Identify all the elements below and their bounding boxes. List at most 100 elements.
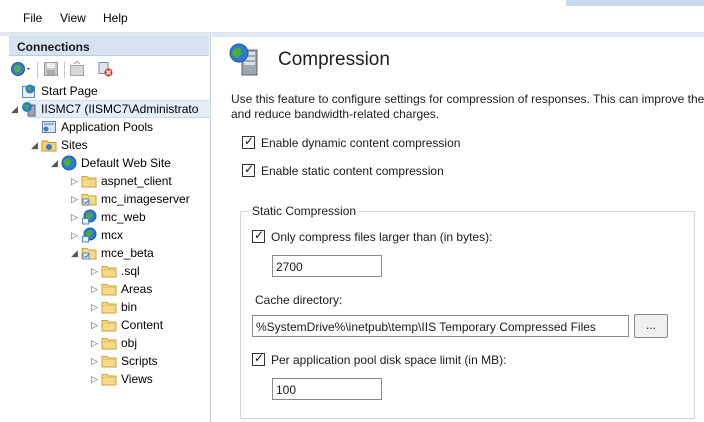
expand-arrow-icon[interactable]: ▷ bbox=[91, 356, 99, 366]
folder-icon bbox=[101, 371, 117, 387]
tree-node[interactable]: ◢ Default Web Site bbox=[9, 154, 211, 172]
tree-node[interactable]: ▷ Scripts bbox=[9, 352, 211, 370]
tree-node[interactable]: ▷ aspnet_client bbox=[9, 172, 211, 190]
start-page-icon bbox=[21, 83, 37, 99]
menubar-accent bbox=[566, 0, 704, 6]
collapse-arrow-icon[interactable]: ◢ bbox=[11, 104, 19, 114]
dynamic-compression-label: Enable dynamic content compression bbox=[261, 136, 461, 150]
tree-node-label: Content bbox=[121, 318, 164, 332]
tree-node-label: Sites bbox=[61, 138, 88, 152]
up-level-icon[interactable] bbox=[69, 60, 85, 77]
tree-node-label: Scripts bbox=[121, 354, 158, 368]
only-compress-larger-label: Only compress files larger than (in byte… bbox=[271, 230, 493, 244]
collapse-arrow-icon[interactable]: ◢ bbox=[51, 158, 59, 168]
application-folder-icon bbox=[81, 191, 97, 207]
folder-icon bbox=[101, 281, 117, 297]
checkbox-box[interactable]: ✓ bbox=[252, 351, 265, 366]
menu-help[interactable]: Help bbox=[103, 11, 128, 25]
compression-feature-pane: Compression Use this feature to configur… bbox=[212, 33, 704, 422]
cache-directory-label: Cache directory: bbox=[255, 293, 343, 307]
per-pool-limit-input[interactable]: 100 bbox=[272, 378, 382, 400]
min-file-size-input[interactable]: 2700 bbox=[272, 255, 382, 277]
tree-node[interactable]: Application Pools bbox=[9, 118, 211, 136]
checkbox-box[interactable]: ✓ bbox=[242, 162, 255, 177]
expand-arrow-icon[interactable]: ▷ bbox=[71, 212, 79, 222]
tree-node[interactable]: ▷ bin bbox=[9, 298, 211, 316]
static-compression-group-title: Static Compression bbox=[249, 204, 360, 218]
tree-node-label: mce_beta bbox=[101, 246, 154, 260]
tree-node-label: Start Page bbox=[41, 84, 98, 98]
tree-node[interactable]: Start Page bbox=[9, 82, 211, 100]
collapse-arrow-icon[interactable]: ◢ bbox=[71, 248, 79, 258]
folder-icon bbox=[101, 263, 117, 279]
application-folder-icon bbox=[81, 245, 97, 261]
check-icon: ✓ bbox=[244, 162, 255, 176]
web-application-icon bbox=[81, 227, 97, 243]
tree-node-label: aspnet_client bbox=[101, 174, 172, 188]
tree-node-label: .sql bbox=[121, 264, 140, 278]
tree-node[interactable]: ▷ mcx bbox=[9, 226, 211, 244]
tree-node[interactable]: ▷ Views bbox=[9, 370, 211, 388]
server-icon bbox=[21, 101, 37, 117]
expand-arrow-icon[interactable]: ▷ bbox=[71, 176, 79, 186]
sites-icon bbox=[41, 137, 57, 153]
tree-node[interactable]: ▷ mc_web bbox=[9, 208, 211, 226]
static-compression-label: Enable static content compression bbox=[261, 164, 444, 178]
expand-arrow-icon[interactable]: ▷ bbox=[91, 266, 99, 276]
menu-bar: File View Help bbox=[0, 0, 704, 33]
folder-icon bbox=[101, 335, 117, 351]
expand-arrow-icon[interactable]: ▷ bbox=[71, 230, 79, 240]
expand-arrow-icon[interactable]: ▷ bbox=[91, 320, 99, 330]
expand-arrow-icon[interactable]: ▷ bbox=[91, 374, 99, 384]
connections-tree: Start Page ◢ IISMC7 (IISMC7\Administrato Ap… bbox=[9, 82, 211, 422]
tree-node[interactable]: ▷ Content bbox=[9, 316, 211, 334]
tree-node[interactable]: ◢ mce_beta bbox=[9, 244, 211, 262]
tree-node[interactable]: ▷ obj bbox=[9, 334, 211, 352]
tree-node-label: obj bbox=[121, 336, 138, 350]
tree-node-label: Application Pools bbox=[61, 120, 154, 134]
cache-directory-input[interactable]: %SystemDrive%\inetpub\temp\IIS Temporary… bbox=[252, 315, 629, 337]
menu-file[interactable]: File bbox=[23, 11, 42, 25]
expand-arrow-icon[interactable]: ▷ bbox=[91, 302, 99, 312]
check-icon: ✓ bbox=[254, 351, 265, 365]
checkbox-box[interactable]: ✓ bbox=[242, 134, 255, 149]
compression-feature-icon bbox=[228, 43, 260, 76]
toolbar-separator bbox=[64, 62, 65, 78]
page-title: Compression bbox=[278, 49, 390, 70]
expand-arrow-icon[interactable]: ▷ bbox=[91, 284, 99, 294]
description-line: and reduce bandwidth-related charges. bbox=[231, 107, 440, 121]
per-pool-limit-label: Per application pool disk space limit (i… bbox=[271, 353, 507, 367]
save-icon[interactable] bbox=[43, 61, 59, 77]
description-line: Use this feature to configure settings f… bbox=[231, 92, 704, 106]
browse-button[interactable]: ... bbox=[634, 314, 668, 338]
folder-icon bbox=[101, 299, 117, 315]
pane-strip bbox=[212, 33, 704, 37]
folder-icon bbox=[101, 317, 117, 333]
tree-node-label: Default Web Site bbox=[81, 156, 171, 170]
menu-view[interactable]: View bbox=[60, 11, 86, 25]
disconnect-icon[interactable] bbox=[97, 61, 113, 77]
tree-node[interactable]: ▷ mc_imageserver bbox=[9, 190, 211, 208]
connections-header: Connections bbox=[9, 36, 209, 56]
folder-icon bbox=[101, 353, 117, 369]
tree-node-label: mc_imageserver bbox=[101, 192, 190, 206]
tree-node[interactable]: ▷ Areas bbox=[9, 280, 211, 298]
checkbox-box[interactable]: ✓ bbox=[252, 228, 265, 243]
page-description: Use this feature to configure settings f… bbox=[231, 92, 704, 122]
tree-node[interactable]: ▷ .sql bbox=[9, 262, 211, 280]
connections-pane: Connections Start Page ◢ IISMC7 (IISMC7\Ad… bbox=[0, 33, 211, 422]
tree-node[interactable]: ◢ IISMC7 (IISMC7\Administrato bbox=[9, 100, 211, 118]
tree-node-label: bin bbox=[121, 300, 138, 314]
tree-node-label: mcx bbox=[101, 228, 123, 242]
expand-arrow-icon[interactable]: ▷ bbox=[71, 194, 79, 204]
check-icon: ✓ bbox=[254, 228, 265, 242]
check-icon: ✓ bbox=[244, 134, 255, 148]
tree-node-label: Views bbox=[121, 372, 153, 386]
tree-node[interactable]: ◢ Sites bbox=[9, 136, 211, 154]
tree-node-label: IISMC7 (IISMC7\Administrato bbox=[41, 102, 199, 116]
tree-node-label: mc_web bbox=[101, 210, 146, 224]
connect-globe-icon[interactable] bbox=[11, 61, 30, 77]
web-application-icon bbox=[81, 209, 97, 225]
collapse-arrow-icon[interactable]: ◢ bbox=[31, 140, 39, 150]
expand-arrow-icon[interactable]: ▷ bbox=[91, 338, 99, 348]
